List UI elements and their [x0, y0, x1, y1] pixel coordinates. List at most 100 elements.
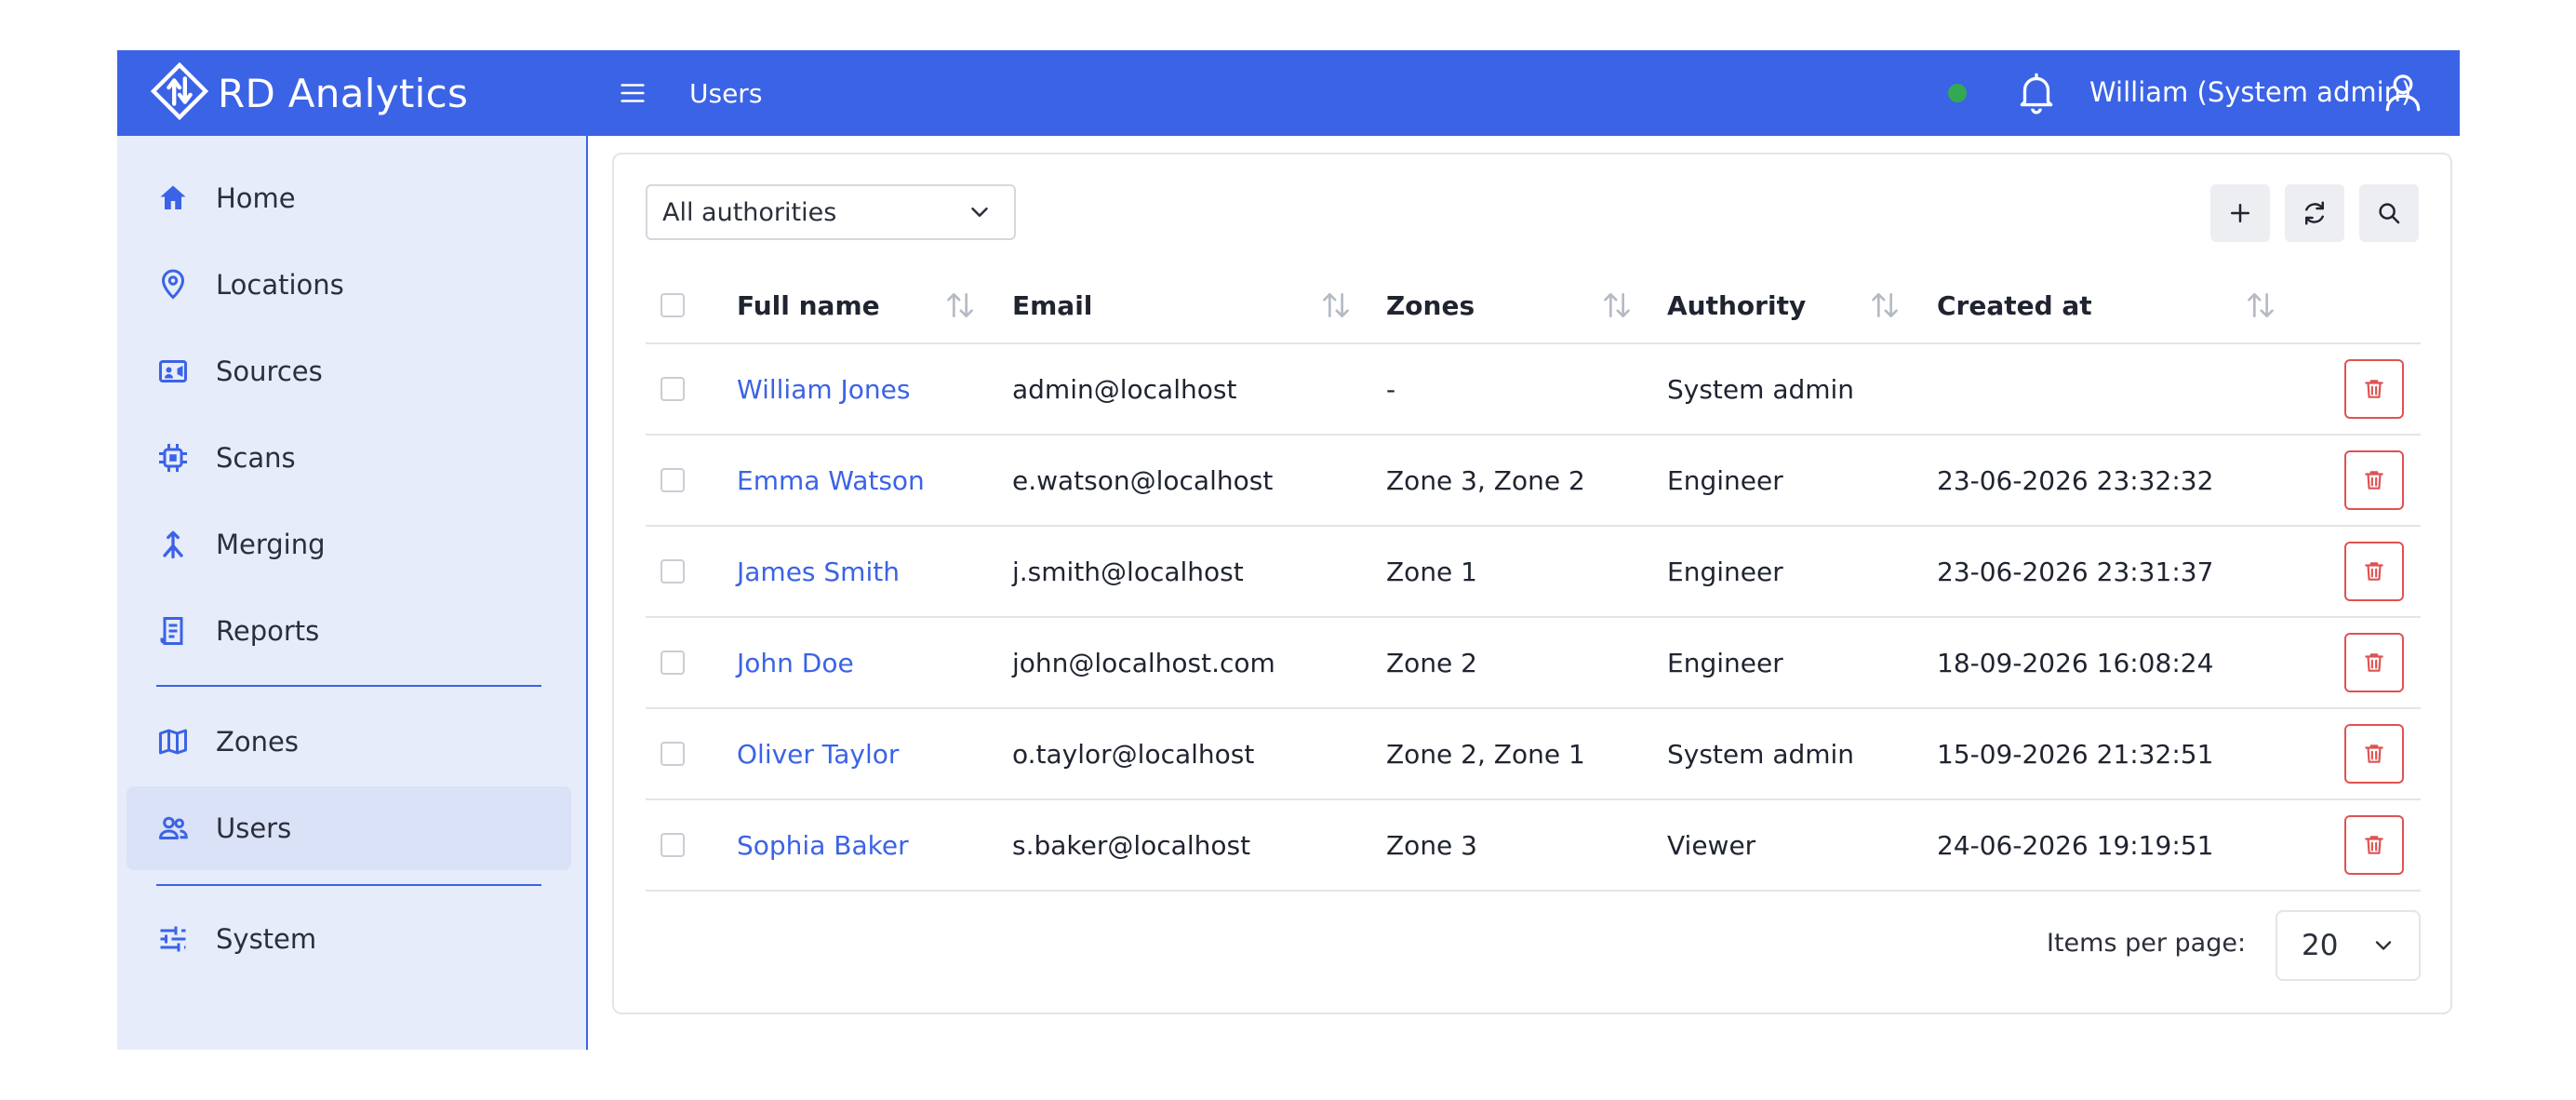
logo-icon: [150, 61, 209, 124]
map-icon: [156, 725, 190, 758]
table-row: Emma Watson e.watson@localhost Zone 3, Zon…: [646, 436, 2421, 527]
delete-user-button[interactable]: [2344, 724, 2404, 784]
user-zones: Zone 1: [1386, 556, 1477, 587]
table-row: James Smith j.smith@localhost Zone 1 Engine…: [646, 527, 2421, 618]
trash-icon: [2362, 559, 2386, 584]
user-created-at: 15-09-2026 21:32:51: [1937, 738, 2214, 770]
user-created-at: 23-06-2026 23:32:32: [1937, 464, 2214, 496]
connection-status-indicator: [1948, 84, 1967, 102]
brand[interactable]: RD Analytics: [150, 61, 469, 124]
trash-icon: [2362, 468, 2386, 492]
trash-icon: [2362, 377, 2386, 401]
row-checkbox[interactable]: [661, 436, 685, 525]
user-zones: -: [1386, 373, 1396, 405]
video-camera-icon: [156, 355, 190, 388]
sidebar-item-users[interactable]: Users: [127, 786, 571, 870]
merge-icon: [156, 528, 190, 561]
sidebar-item-locations[interactable]: Locations: [127, 243, 571, 327]
user-name-link[interactable]: James Smith: [737, 527, 900, 616]
row-checkbox[interactable]: [661, 618, 685, 707]
items-per-page-select[interactable]: 20: [2276, 910, 2421, 981]
authority-filter-select[interactable]: All authorities: [646, 184, 1016, 240]
column-header-zones[interactable]: Zones: [1386, 268, 1475, 342]
sidebar-item-label: Sources: [216, 355, 323, 387]
notifications-bell-icon[interactable]: [2013, 69, 2060, 115]
user-account-icon[interactable]: [2380, 69, 2426, 115]
refresh-button[interactable]: [2285, 184, 2344, 242]
chevron-down-icon: [2375, 941, 2392, 950]
user-email: e.watson@localhost: [1012, 464, 1274, 496]
search-button[interactable]: [2359, 184, 2419, 242]
user-zones: Zone 2, Zone 1: [1386, 738, 1585, 770]
table-header-row: Full name Email Zones Authority Created …: [646, 268, 2421, 344]
users-card: All authorities Full name Email Zones Au…: [612, 153, 2452, 1014]
user-name-link[interactable]: William Jones: [737, 344, 910, 434]
plus-icon: [2231, 204, 2249, 222]
chevron-down-icon: [971, 208, 988, 217]
column-header-authority[interactable]: Authority: [1667, 268, 1806, 342]
user-name-link[interactable]: Oliver Taylor: [737, 709, 899, 798]
user-zones: Zone 3: [1386, 829, 1477, 861]
sidebar-item-label: Zones: [216, 726, 299, 758]
delete-user-button[interactable]: [2344, 815, 2404, 875]
sort-arrows-icon[interactable]: [2242, 287, 2279, 324]
current-user-label[interactable]: William (System admin): [2089, 76, 2411, 108]
sidebar-item-scans[interactable]: Scans: [127, 416, 571, 500]
menu-button[interactable]: [614, 74, 651, 112]
row-checkbox[interactable]: [661, 709, 685, 798]
table-row: John Doe john@localhost.com Zone 2 Engineer…: [646, 618, 2421, 709]
sidebar-divider: [156, 685, 541, 687]
user-name-link[interactable]: Sophia Baker: [737, 800, 909, 890]
table-row: William Jones admin@localhost - System admi…: [646, 344, 2421, 436]
sidebar-item-label: System: [216, 923, 317, 955]
user-name-link[interactable]: Emma Watson: [737, 436, 925, 525]
column-header-full-name[interactable]: Full name: [737, 268, 880, 342]
delete-user-button[interactable]: [2344, 542, 2404, 601]
home-icon: [156, 181, 190, 215]
report-icon: [156, 614, 190, 648]
sidebar-divider: [156, 884, 541, 886]
trash-icon: [2362, 833, 2386, 857]
sidebar-item-label: Home: [216, 182, 296, 214]
sort-arrows-icon[interactable]: [1598, 287, 1635, 324]
sort-arrows-icon[interactable]: [1317, 287, 1355, 324]
delete-user-button[interactable]: [2344, 359, 2404, 419]
user-email: j.smith@localhost: [1012, 556, 1244, 587]
hamburger-icon: [621, 84, 645, 102]
sidebar-item-label: Scans: [216, 442, 296, 474]
sort-arrows-icon[interactable]: [941, 287, 979, 324]
row-checkbox[interactable]: [661, 527, 685, 616]
sort-arrows-icon[interactable]: [1866, 287, 1903, 324]
sidebar-item-reports[interactable]: Reports: [127, 589, 571, 673]
row-checkbox[interactable]: [661, 800, 685, 890]
table-body: William Jones admin@localhost - System admi…: [646, 344, 2421, 892]
user-zones: Zone 3, Zone 2: [1386, 464, 1585, 496]
column-header-email[interactable]: Email: [1012, 268, 1092, 342]
sidebar-item-sources[interactable]: Sources: [127, 329, 571, 413]
delete-user-button[interactable]: [2344, 450, 2404, 510]
column-header-created-at[interactable]: Created at: [1937, 268, 2092, 342]
delete-user-button[interactable]: [2344, 633, 2404, 692]
user-authority: System admin: [1667, 738, 1855, 770]
users-icon: [156, 812, 190, 845]
sidebar-item-system[interactable]: System: [127, 897, 571, 981]
sidebar-item-label: Users: [216, 812, 292, 844]
sidebar-item-label: Reports: [216, 615, 320, 647]
users-table: Full name Email Zones Authority Created …: [646, 268, 2421, 892]
sidebar-item-home[interactable]: Home: [127, 156, 571, 240]
table-row: Sophia Baker s.baker@localhost Zone 3 Viewe…: [646, 800, 2421, 892]
add-user-button[interactable]: [2210, 184, 2270, 242]
location-pin-icon: [156, 268, 190, 302]
user-email: admin@localhost: [1012, 373, 1237, 405]
user-email: s.baker@localhost: [1012, 829, 1251, 861]
user-email: john@localhost.com: [1012, 647, 1275, 678]
brand-name: RD Analytics: [218, 70, 469, 116]
user-name-link[interactable]: John Doe: [737, 618, 854, 707]
user-authority: System admin: [1667, 373, 1855, 405]
select-all-checkbox[interactable]: [661, 268, 685, 342]
row-checkbox[interactable]: [661, 344, 685, 434]
user-authority: Engineer: [1667, 556, 1783, 587]
sidebar-item-zones[interactable]: Zones: [127, 700, 571, 784]
user-authority: Viewer: [1667, 829, 1756, 861]
sidebar-item-merging[interactable]: Merging: [127, 503, 571, 586]
